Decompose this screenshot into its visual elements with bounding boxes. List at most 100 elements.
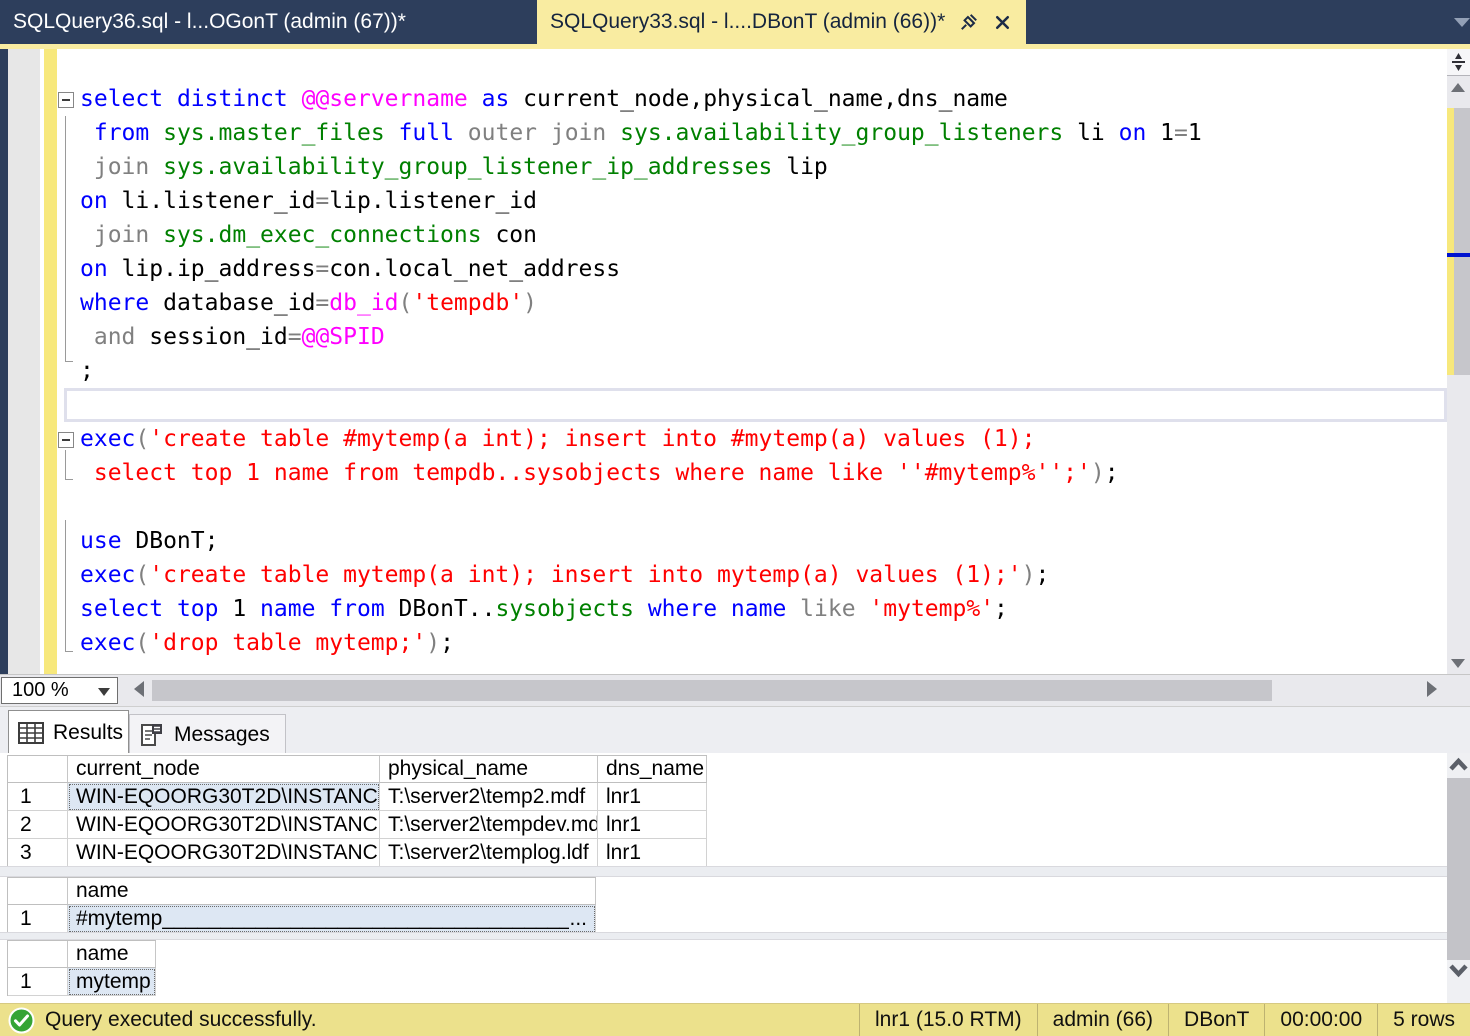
table-row: 3WIN-EQOORG30T2D\INSTANCE2T:\server2\tem… xyxy=(8,839,707,867)
outline-guide xyxy=(65,450,66,480)
grid-cell[interactable]: T:\server2\temp2.mdf xyxy=(380,783,598,811)
code-line-13[interactable] xyxy=(80,490,1202,524)
status-segment-3: DBonT xyxy=(1168,1004,1264,1036)
scroll-down-arrow-icon[interactable] xyxy=(1451,659,1465,668)
editor-indicator-margin[interactable] xyxy=(8,49,40,674)
row-number[interactable]: 1 xyxy=(8,783,68,811)
scroll-up-arrow-icon[interactable] xyxy=(1448,757,1469,778)
split-editor-handle[interactable] xyxy=(1447,49,1470,76)
result-grid-1: current_nodephysical_namedns_name1WIN-EQ… xyxy=(7,755,707,867)
editor-vertical-scrollbar[interactable] xyxy=(1447,49,1470,674)
scroll-right-arrow-icon[interactable] xyxy=(1427,681,1437,697)
code-line-8[interactable]: and session_id=@@SPID xyxy=(80,320,1202,354)
column-header-name[interactable]: name xyxy=(68,878,596,905)
document-tab-bar: SQLQuery36.sql - l...OGonT (admin (67))*… xyxy=(0,0,1470,44)
tab-title: SQLQuery33.sql - l....DBonT (admin (66))… xyxy=(550,10,945,34)
editor-left-edge xyxy=(0,49,8,674)
grid-cell[interactable]: WIN-EQOORG30T2D\INSTANCE2 xyxy=(68,783,380,811)
code-line-15[interactable]: exec('create table mytemp(a int); insert… xyxy=(80,558,1202,592)
fold-collapse-box[interactable] xyxy=(58,92,74,108)
grid-cell[interactable]: WIN-EQOORG30T2D\INSTANCE2 xyxy=(68,811,380,839)
tab-sqlquery33[interactable]: SQLQuery33.sql - l....DBonT (admin (66))… xyxy=(537,0,1026,44)
outline-guide xyxy=(65,520,66,652)
code-line-9[interactable]: ; xyxy=(80,354,1202,388)
table-row: 1mytemp xyxy=(8,968,156,996)
code-line-1[interactable]: select distinct @@servername as current_… xyxy=(80,82,1202,116)
status-segment-5: 5 rows xyxy=(1377,1004,1470,1036)
grid-separator xyxy=(0,866,1447,877)
grid-cell[interactable]: #mytemp_________________________________… xyxy=(68,905,596,933)
close-icon[interactable] xyxy=(993,13,1012,32)
table-row: 1#mytemp________________________________… xyxy=(8,905,596,933)
scroll-left-arrow-icon[interactable] xyxy=(134,681,144,697)
grid-corner-cell[interactable] xyxy=(8,941,68,968)
code-line-5[interactable]: join sys.dm_exec_connections con xyxy=(80,218,1202,252)
grid-corner-cell[interactable] xyxy=(8,878,68,905)
pin-icon[interactable] xyxy=(959,12,979,32)
status-message: Query executed successfully. xyxy=(45,1008,859,1032)
zoom-value: 100 % xyxy=(12,679,69,702)
code-line-3[interactable]: join sys.availability_group_listener_ip_… xyxy=(80,150,1202,184)
outline-guide xyxy=(65,116,66,362)
code-editor[interactable]: select distinct @@servername as current_… xyxy=(80,82,1202,660)
results-vertical-scrollbar[interactable] xyxy=(1447,753,1470,1003)
horizontal-scrollbar-thumb[interactable] xyxy=(152,680,1272,701)
tab-results[interactable]: Results xyxy=(8,710,129,754)
code-line-10[interactable] xyxy=(80,388,1202,422)
caret-position-marker xyxy=(1447,253,1470,257)
scroll-down-arrow-icon[interactable] xyxy=(1448,962,1469,983)
row-number[interactable]: 2 xyxy=(8,811,68,839)
code-line-14[interactable]: use DBonT; xyxy=(80,524,1202,558)
code-line-6[interactable]: on lip.ip_address=con.local_net_address xyxy=(80,252,1202,286)
unsaved-changes-bar xyxy=(44,49,57,674)
code-line-12[interactable]: select top 1 name from tempdb..sysobject… xyxy=(80,456,1202,490)
column-header-current_node[interactable]: current_node xyxy=(68,756,380,783)
code-line-17[interactable]: exec('drop table mytemp;'); xyxy=(80,626,1202,660)
row-number[interactable]: 1 xyxy=(8,968,68,996)
zoom-dropdown[interactable]: 100 % xyxy=(1,677,118,704)
table-row: 1WIN-EQOORG30T2D\INSTANCE2T:\server2\tem… xyxy=(8,783,707,811)
grid-cell[interactable]: T:\server2\templog.ldf xyxy=(380,839,598,867)
status-segment-4: 00:00:00 xyxy=(1264,1004,1377,1036)
scroll-up-arrow-icon[interactable] xyxy=(1451,83,1465,92)
grid-cell[interactable]: lnr1 xyxy=(598,839,707,867)
column-header-dns_name[interactable]: dns_name xyxy=(598,756,707,783)
grid-cell[interactable]: lnr1 xyxy=(598,783,707,811)
column-header-physical_name[interactable]: physical_name xyxy=(380,756,598,783)
row-number[interactable]: 3 xyxy=(8,839,68,867)
result-grid-2: name1#mytemp____________________________… xyxy=(7,877,596,933)
code-line-4[interactable]: on li.listener_id=lip.listener_id xyxy=(80,184,1202,218)
status-bar: Query executed successfully. lnr1 (15.0 … xyxy=(0,1003,1470,1036)
grid-separator xyxy=(0,932,1447,940)
tab-messages[interactable]: Messages xyxy=(129,714,286,754)
results-tab-strip: Results Messages xyxy=(0,706,1470,753)
editor-bottom-bar: 100 % xyxy=(0,674,1470,706)
row-number[interactable]: 1 xyxy=(8,905,68,933)
results-pane: name1mytempname1#mytemp_________________… xyxy=(0,753,1470,1003)
code-line-7[interactable]: where database_id=db_id('tempdb') xyxy=(80,286,1202,320)
column-header-name[interactable]: name xyxy=(68,941,156,968)
grid-cell[interactable]: lnr1 xyxy=(598,811,707,839)
message-doc-icon xyxy=(139,722,165,748)
code-line-2[interactable]: from sys.master_files full outer join sy… xyxy=(80,116,1202,150)
code-line-11[interactable]: exec('create table #mytemp(a int); inser… xyxy=(80,422,1202,456)
tab-label: Results xyxy=(53,721,123,745)
status-segments: lnr1 (15.0 RTM)admin (66)DBonT00:00:005 … xyxy=(859,1004,1470,1036)
grid-corner-cell[interactable] xyxy=(8,756,68,783)
code-line-16[interactable]: select top 1 name from DBonT..sysobjects… xyxy=(80,592,1202,626)
tab-title: SQLQuery36.sql - l...OGonT (admin (67))* xyxy=(13,10,406,34)
fold-collapse-box[interactable] xyxy=(58,432,74,448)
green-check-circle-icon xyxy=(8,1007,35,1034)
tab-sqlquery36[interactable]: SQLQuery36.sql - l...OGonT (admin (67))* xyxy=(0,0,537,44)
grid-icon xyxy=(18,722,44,744)
grid-cell[interactable]: T:\server2\tempdev.mdf xyxy=(380,811,598,839)
tab-label: Messages xyxy=(174,723,270,747)
grid-cell[interactable]: WIN-EQOORG30T2D\INSTANCE2 xyxy=(68,839,380,867)
grid-cell[interactable]: mytemp xyxy=(68,968,156,996)
tab-overflow-chevron-icon[interactable] xyxy=(1454,18,1470,27)
sql-editor[interactable]: select distinct @@servername as current_… xyxy=(0,49,1470,674)
split-arrows-icon xyxy=(1450,52,1467,72)
ssms-window: SQLQuery36.sql - l...OGonT (admin (67))*… xyxy=(0,0,1470,1036)
status-segment-2: admin (66) xyxy=(1037,1004,1168,1036)
scrollbar-thumb[interactable] xyxy=(1447,778,1470,960)
